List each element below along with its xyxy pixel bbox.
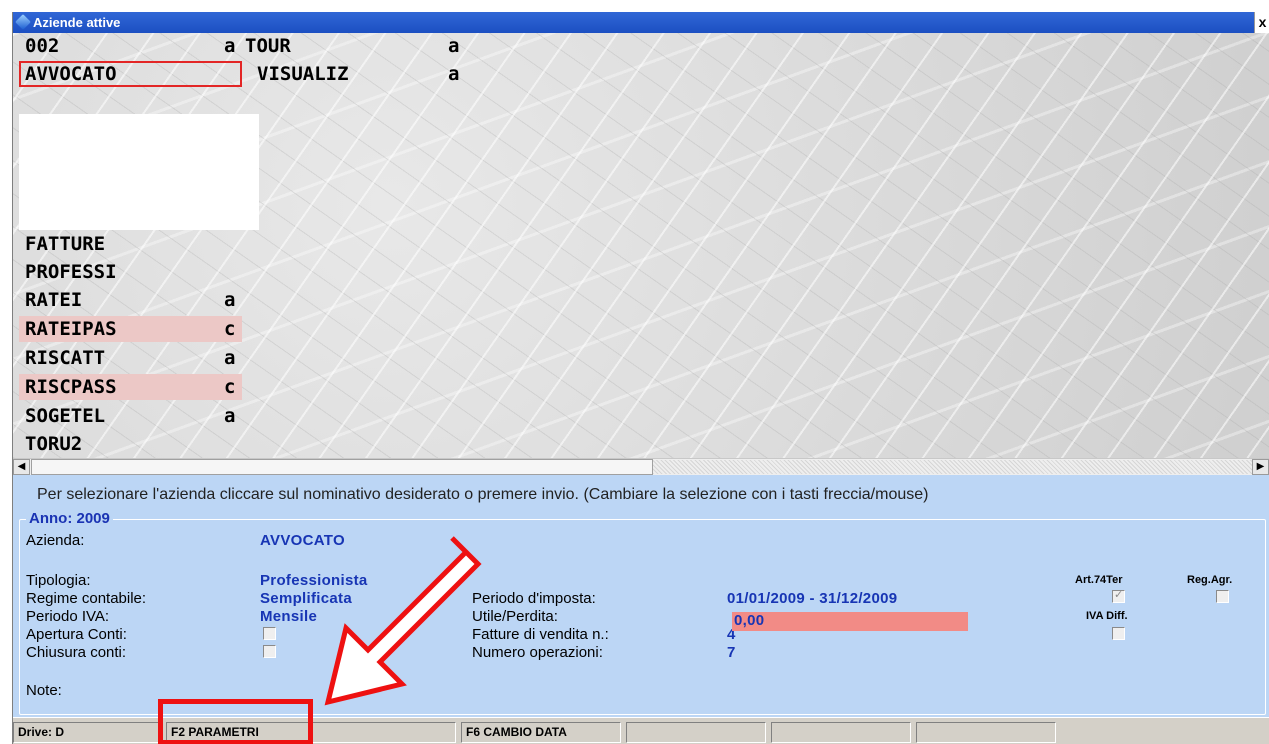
company-flag: a [224,405,236,427]
art74-checkbox[interactable] [1112,588,1125,603]
regime-label: Regime contabile: [26,590,147,607]
company-list: 002 a AVVOCATO FATTURE PROFESSI RATEI a … [13,33,1269,458]
art74-label: Art.74Ter [1075,574,1123,586]
ivadiff-label: IVA Diff. [1086,610,1128,622]
apertura-checkbox[interactable] [263,627,276,640]
company-item-riscatt[interactable]: RISCATT [19,345,219,371]
company-item-002[interactable]: 002 [19,33,219,59]
company-item-toru2[interactable]: TORU2 [19,431,219,457]
status-panel-empty [626,722,766,743]
aziende-window: Aziende attive x 002 a AVVOCATO FATTURE … [12,12,1269,744]
app-icon [15,14,31,30]
selection-hint: Per selezionare l'azienda cliccare sul n… [37,486,929,503]
note-label: Note: [26,682,62,699]
regagr-label: Reg.Agr. [1187,574,1233,586]
chiusura-checkbox[interactable] [263,645,276,658]
scroll-left-arrow-icon[interactable]: ◀ [13,459,30,475]
status-panel-empty [916,722,1056,743]
company-flag: a [224,35,236,57]
fatture-label: Fatture di vendita n.: [472,626,609,643]
company-item-professi[interactable]: PROFESSI [19,259,219,285]
ivadiff-checkbox[interactable] [1112,627,1125,640]
scrollbar-thumb[interactable] [31,459,653,475]
apertura-label: Apertura Conti: [26,626,127,643]
company-flag: a [224,347,236,369]
annotation-highlight-box [158,699,313,744]
company-item-rateipas[interactable]: RATEIPAS [19,316,242,342]
company-item-riscpass[interactable]: RISCPASS [19,374,242,400]
horizontal-scrollbar[interactable]: ◀ ▶ [13,458,1269,475]
operazioni-value: 7 [727,644,736,661]
periodo-iva-value: Mensile [260,608,318,625]
utile-field: 0,00 [732,612,968,631]
regagr-checkbox[interactable] [1216,590,1229,603]
company-info-panel: Per selezionare l'azienda cliccare sul n… [13,475,1269,717]
status-drive: Drive: D [13,722,161,743]
company-flag: a [448,35,460,57]
annotation-arrow-icon [324,536,482,706]
tipologia-label: Tipologia: [26,572,91,589]
company-item-ratei[interactable]: RATEI [19,287,219,313]
status-panel-empty [771,722,911,743]
company-flag: a [224,289,236,311]
operazioni-label: Numero operazioni: [472,644,603,661]
year-groupbox: Anno: 2009 Azienda: AVVOCATO Tipologia: … [19,510,1266,715]
f6-cambio-data-button[interactable]: F6 CAMBIO DATA [461,722,621,743]
title-bar: Aziende attive x [13,12,1269,33]
company-flag: c [224,376,236,398]
year-legend: Anno: 2009 [26,510,113,527]
periodo-imposta-label: Periodo d'imposta: [472,590,596,607]
company-item-avvocato[interactable]: AVVOCATO [19,61,242,87]
company-item-fatture[interactable]: FATTURE [19,231,219,257]
periodo-iva-label: Periodo IVA: [26,608,110,625]
company-item-visualiz[interactable]: VISUALIZ [251,61,451,87]
blank-area [19,114,259,230]
chiusura-label: Chiusura conti: [26,644,127,661]
scroll-right-arrow-icon[interactable]: ▶ [1252,459,1269,475]
azienda-label: Azienda: [26,532,85,549]
periodo-imposta-value: 01/01/2009 - 31/12/2009 [727,590,898,607]
company-item-sogetel[interactable]: SOGETEL [19,403,219,429]
window-title: Aziende attive [33,15,121,30]
close-button[interactable]: x [1254,12,1269,33]
utile-value: 0,00 [734,612,765,629]
scrollbar-track[interactable] [653,460,1252,474]
company-item-tour[interactable]: TOUR [239,33,439,59]
company-flag: c [224,318,236,340]
company-flag: a [448,63,460,85]
